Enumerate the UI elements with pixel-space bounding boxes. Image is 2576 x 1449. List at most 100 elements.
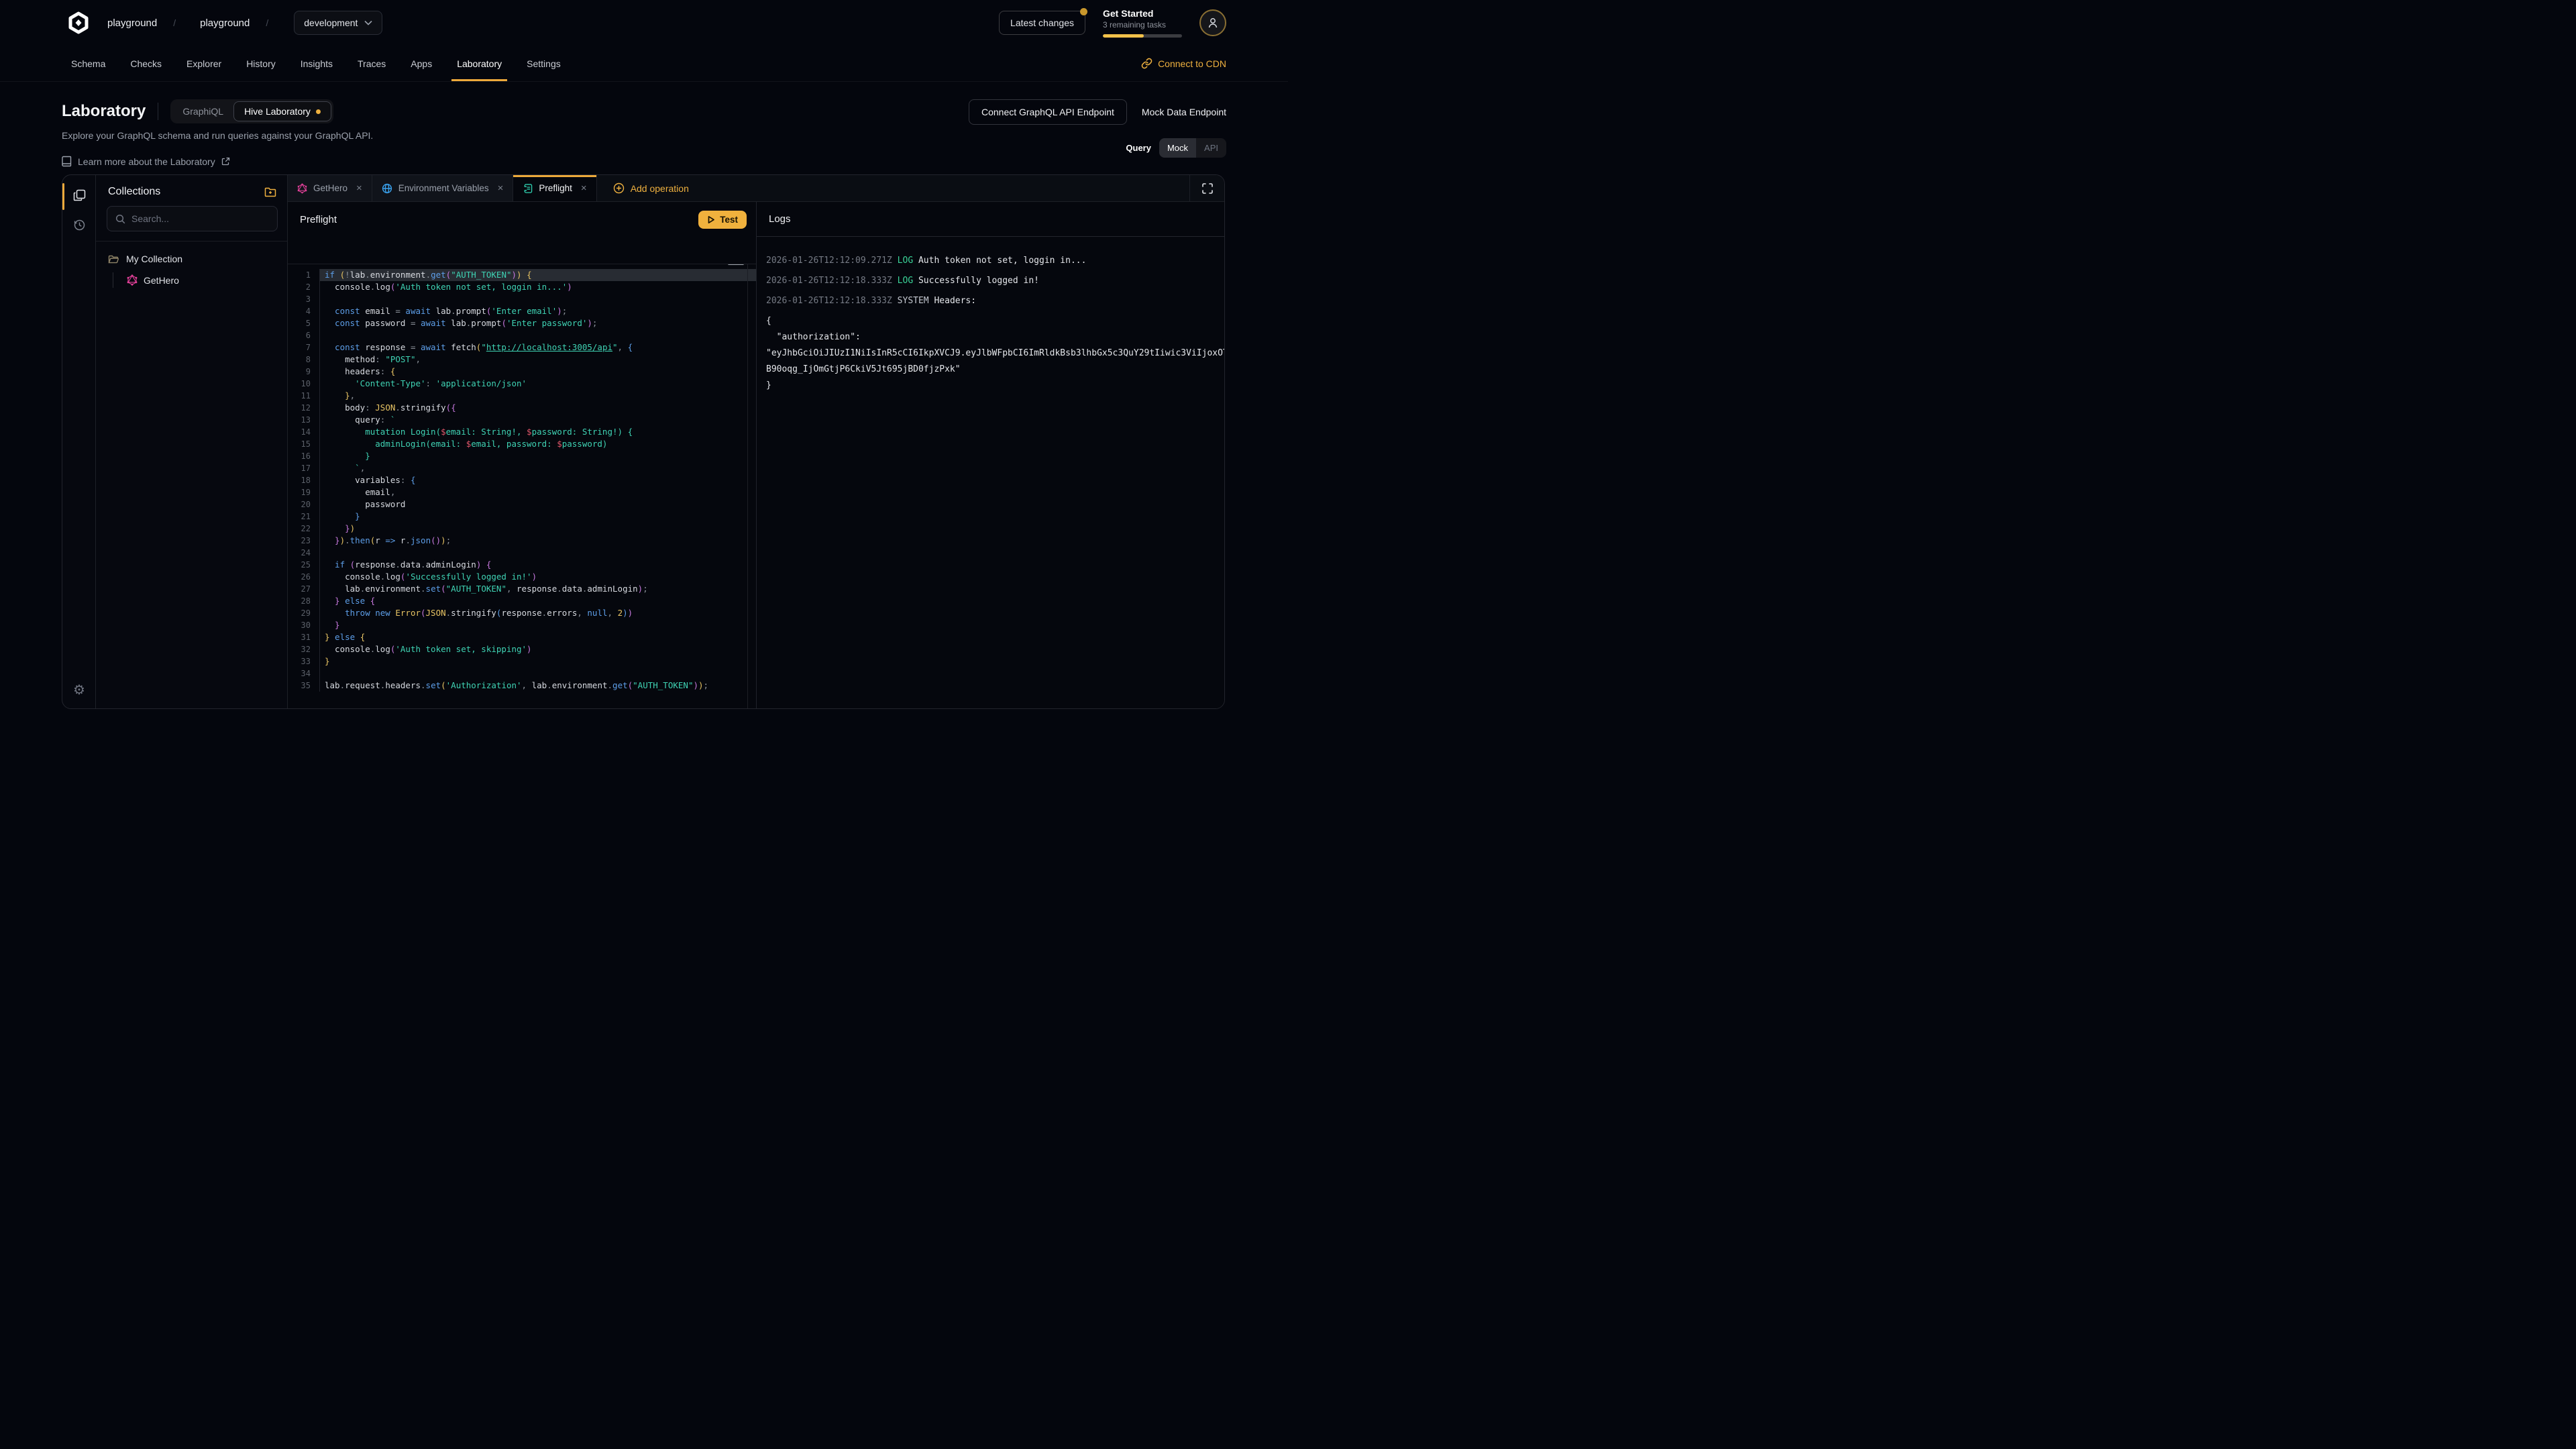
code-line[interactable]: 13 query: ` [288, 414, 756, 426]
code-line[interactable]: 21 } [288, 511, 756, 523]
code-line[interactable]: 2 console.log('Auth token not set, loggi… [288, 281, 756, 293]
history-clock-icon [73, 219, 86, 231]
code-text: } [319, 511, 756, 523]
code-line[interactable]: 29 throw new Error(JSON.stringify(respon… [288, 607, 756, 619]
page-subtitle: Explore your GraphQL schema and run quer… [62, 130, 373, 141]
code-line[interactable]: 3 [288, 293, 756, 305]
toggle-option-graphiql[interactable]: GraphiQL [172, 102, 233, 121]
fullscreen-button[interactable] [1189, 175, 1224, 201]
code-line[interactable]: 14 mutation Login($email: String!, $pass… [288, 426, 756, 438]
code-line[interactable]: 10 'Content-Type': 'application/json' [288, 378, 756, 390]
environment-selector[interactable]: development [294, 11, 382, 35]
connect-to-cdn-label: Connect to CDN [1158, 58, 1226, 69]
new-folder-icon[interactable] [264, 186, 276, 197]
test-button[interactable]: Test [698, 211, 747, 229]
code-line[interactable]: 20 password [288, 498, 756, 511]
page-header: Laboratory GraphiQL Hive Laboratory Expl… [0, 82, 1288, 167]
get-started-widget[interactable]: Get Started 3 remaining tasks [1103, 8, 1182, 38]
close-icon[interactable]: × [356, 182, 362, 194]
code-line[interactable]: 17 `, [288, 462, 756, 474]
nav-tab-explorer[interactable]: Explorer [185, 46, 223, 81]
nav-tab-checks[interactable]: Checks [129, 46, 163, 81]
code-line[interactable]: 19 email, [288, 486, 756, 498]
code-text [319, 329, 756, 341]
latest-changes-button[interactable]: Latest changes [999, 11, 1085, 35]
code-line[interactable]: 23 }).then(r => r.json()); [288, 535, 756, 547]
scrollbar-thumb[interactable] [728, 264, 744, 265]
tab-environment-variables[interactable]: Environment Variables × [372, 175, 514, 201]
code-line[interactable]: 4 const email = await lab.prompt('Enter … [288, 305, 756, 317]
code-line[interactable]: 24 [288, 547, 756, 559]
logs-title: Logs [769, 213, 791, 225]
code-line[interactable]: 34 [288, 667, 756, 680]
nav-tab-insights[interactable]: Insights [299, 46, 334, 81]
code-text: const password = await lab.prompt('Enter… [319, 317, 756, 329]
code-line[interactable]: 11 }, [288, 390, 756, 402]
collection-item-gethero[interactable]: GetHero [124, 272, 278, 288]
nav-tab-schema[interactable]: Schema [70, 46, 107, 81]
brand: playground / playground / development [67, 11, 382, 35]
latest-changes-label: Latest changes [1010, 17, 1074, 28]
collection-folder-my-collection[interactable]: My Collection [105, 252, 278, 266]
tab-label: Environment Variables [398, 183, 489, 193]
mock-data-endpoint-button[interactable]: Mock Data Endpoint [1142, 107, 1226, 117]
collections-rail-button[interactable] [62, 180, 96, 210]
settings-rail-button[interactable]: ⚙ [62, 675, 96, 704]
connect-graphql-api-endpoint-button[interactable]: Connect GraphQL API Endpoint [969, 99, 1127, 125]
code-line[interactable]: 32 console.log('Auth token set, skipping… [288, 643, 756, 655]
log-entry: 2026-01-26T12:12:18.333Z LOG Successfull… [766, 274, 1215, 294]
history-rail-button[interactable] [62, 210, 96, 239]
code-line[interactable]: 30 } [288, 619, 756, 631]
breadcrumb-org[interactable]: playground [107, 17, 157, 29]
tab-preflight[interactable]: Preflight × [513, 175, 596, 201]
nav-tab-settings[interactable]: Settings [525, 46, 562, 81]
nav-tab-history[interactable]: History [245, 46, 277, 81]
query-toggle-api[interactable]: API [1196, 138, 1226, 158]
learn-more-link[interactable]: Learn more about the Laboratory [62, 156, 373, 167]
close-icon[interactable]: × [498, 182, 504, 194]
code-line[interactable]: 33} [288, 655, 756, 667]
code-text: console.log('Successfully logged in!') [319, 571, 756, 583]
code-text [319, 293, 756, 305]
code-line[interactable]: 22 }) [288, 523, 756, 535]
code-line[interactable]: 27 lab.environment.set("AUTH_TOKEN", res… [288, 583, 756, 595]
code-line[interactable]: 9 headers: { [288, 366, 756, 378]
toggle-option-hive-laboratory[interactable]: Hive Laboratory [233, 101, 331, 121]
code-editor[interactable]: 1if (!lab.environment.get("AUTH_TOKEN"))… [288, 264, 756, 708]
connect-to-cdn-link[interactable]: Connect to CDN [1141, 46, 1226, 81]
code-line[interactable]: 25 if (response.data.adminLogin) { [288, 559, 756, 571]
code-line[interactable]: 12 body: JSON.stringify({ [288, 402, 756, 414]
code-line[interactable]: 26 console.log('Successfully logged in!'… [288, 571, 756, 583]
close-icon[interactable]: × [581, 182, 587, 194]
learn-more-label: Learn more about the Laboratory [78, 156, 215, 167]
breadcrumb-project[interactable]: playground [200, 17, 250, 29]
code-line[interactable]: 8 method: "POST", [288, 354, 756, 366]
code-line[interactable]: 15 adminLogin(email: $email, password: $… [288, 438, 756, 450]
query-toggle-mock[interactable]: Mock [1159, 138, 1196, 158]
line-number: 18 [288, 474, 311, 486]
code-line[interactable]: 18 variables: { [288, 474, 756, 486]
code-line[interactable]: 28 } else { [288, 595, 756, 607]
code-line[interactable]: 35lab.request.headers.set('Authorization… [288, 680, 756, 692]
logs-output[interactable]: 2026-01-26T12:12:09.271Z LOG Auth token … [757, 237, 1224, 708]
code-line[interactable]: 1if (!lab.environment.get("AUTH_TOKEN"))… [288, 269, 756, 281]
nav-tab-laboratory[interactable]: Laboratory [455, 46, 503, 81]
line-number: 12 [288, 402, 311, 414]
tab-gethero[interactable]: GetHero × [288, 175, 372, 201]
code-line[interactable]: 5 const password = await lab.prompt('Ent… [288, 317, 756, 329]
code-text: 'Content-Type': 'application/json' [319, 378, 756, 390]
add-operation-button[interactable]: Add operation [604, 175, 698, 201]
code-line[interactable]: 16 } [288, 450, 756, 462]
code-line[interactable]: 31} else { [288, 631, 756, 643]
code-line[interactable]: 7 const response = await fetch("http://l… [288, 341, 756, 354]
log-level: LOG [898, 256, 918, 266]
hive-logo-icon[interactable] [67, 11, 90, 34]
collections-search[interactable] [107, 206, 278, 231]
nav-tab-apps[interactable]: Apps [409, 46, 433, 81]
line-number: 29 [288, 607, 311, 619]
nav-tab-traces[interactable]: Traces [356, 46, 387, 81]
search-input[interactable] [131, 213, 269, 224]
code-line[interactable]: 6 [288, 329, 756, 341]
line-number: 10 [288, 378, 311, 390]
user-avatar[interactable] [1199, 9, 1226, 36]
